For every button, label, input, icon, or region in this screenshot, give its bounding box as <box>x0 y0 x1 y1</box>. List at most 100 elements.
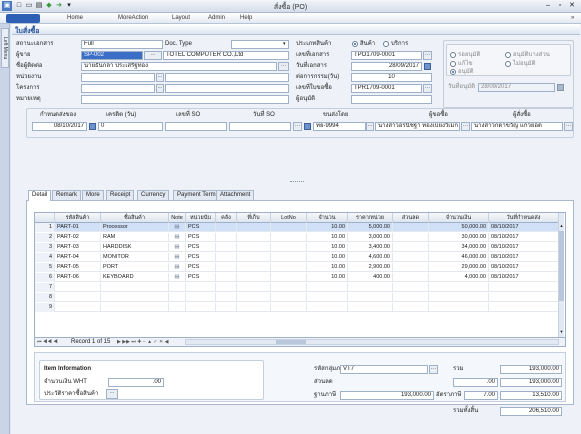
cell-code[interactable]: PART-01 <box>55 223 101 232</box>
grid-header-code[interactable]: รหัสสินค้า <box>55 213 101 223</box>
cell-unit[interactable]: PCS <box>186 263 216 272</box>
grid-header-warehouse[interactable]: คลัง <box>216 213 237 223</box>
cell-wh[interactable] <box>216 273 237 282</box>
doctype-field[interactable] <box>231 40 289 49</box>
nav-next-last-icons[interactable]: ▶ ▶▶ ⏭ ✚ − ▲ ✓ ✕ ◀ <box>117 338 168 347</box>
table-row[interactable]: 6 PART-06 KEYBOARD ▤ PCS 10.00 400.00 4,000.00 0… <box>35 273 559 282</box>
cell-wh[interactable] <box>216 223 237 232</box>
partial-approve-radio[interactable] <box>505 52 511 58</box>
menu-moreaction[interactable]: MoreAction <box>118 14 148 23</box>
approve-date-calendar-icon[interactable] <box>557 84 564 91</box>
cell-lot[interactable] <box>271 303 307 312</box>
cell-wh[interactable] <box>216 293 237 302</box>
grid-vertical-scrollbar[interactable]: ▲ ▼ <box>558 213 564 337</box>
cell-qty[interactable] <box>307 303 348 312</box>
cell-qty[interactable]: 10.00 <box>307 243 348 252</box>
menu-admin[interactable]: Admin <box>208 14 225 23</box>
dept-lookup-button[interactable]: ··· <box>156 73 164 82</box>
cell-name[interactable]: KEYBOARD <box>101 273 169 282</box>
cell-price[interactable]: 3,400.00 <box>348 243 393 252</box>
cell-code[interactable] <box>55 303 101 312</box>
menu-layout[interactable]: Layout <box>172 14 190 23</box>
grand-total-field[interactable]: 206,510.00 <box>500 407 562 416</box>
cell-qty[interactable]: 10.00 <box>307 263 348 272</box>
cell-disc[interactable] <box>393 283 429 292</box>
docdate-field[interactable]: 28/09/2017 <box>351 62 422 71</box>
buyer-field[interactable]: นางสาวกดาขวัญ แก้วยอด <box>471 122 563 131</box>
cell-note[interactable] <box>169 293 186 302</box>
discount-pct-field[interactable]: .00 <box>453 378 498 387</box>
cell-code[interactable]: PART-02 <box>55 233 101 242</box>
row-number[interactable]: 8 <box>35 293 55 302</box>
cell-qty[interactable]: 10.00 <box>307 273 348 282</box>
cell-qty[interactable]: 10.00 <box>307 253 348 262</box>
hscroll-thumb[interactable] <box>276 340 306 344</box>
cell-disc[interactable] <box>393 293 429 302</box>
cell-price[interactable]: 5,000.00 <box>348 223 393 232</box>
so-date-calendar-icon[interactable] <box>304 123 311 130</box>
cell-date[interactable]: 08/10/2017 <box>489 273 559 282</box>
cell-loc[interactable] <box>237 263 271 272</box>
cell-amount[interactable]: 34,000.00 <box>429 243 489 252</box>
cell-loc[interactable] <box>237 243 271 252</box>
approver-field[interactable] <box>351 95 432 104</box>
tab-detail[interactable]: Detail <box>28 190 52 201</box>
taxbase-field[interactable]: 193,000.00 <box>340 391 434 400</box>
row-number[interactable]: 9 <box>35 303 55 312</box>
cell-lot[interactable] <box>271 283 307 292</box>
doctype-dropdown-icon[interactable]: ▾ <box>283 41 286 47</box>
menu-home[interactable]: Home <box>67 14 83 23</box>
cell-code[interactable]: PART-04 <box>55 253 101 262</box>
due-date-field[interactable]: 08/10/2017 <box>32 122 87 131</box>
cell-price[interactable]: 3,000.00 <box>348 233 393 242</box>
row-number[interactable]: 5 <box>35 263 55 272</box>
cell-loc[interactable] <box>237 253 271 262</box>
cell-lot[interactable] <box>271 223 307 232</box>
total-field[interactable]: 193,000.00 <box>500 365 562 374</box>
note-field[interactable] <box>81 95 289 104</box>
cell-wh[interactable] <box>216 283 237 292</box>
note-icon[interactable]: ▤ <box>169 273 186 282</box>
cell-amount[interactable] <box>429 303 489 312</box>
project-code-field[interactable] <box>81 84 155 93</box>
cell-amount[interactable]: 29,000.00 <box>429 263 489 272</box>
project-name-field[interactable] <box>165 84 289 93</box>
note-icon[interactable]: ▤ <box>169 233 186 242</box>
cell-wh[interactable] <box>216 233 237 242</box>
grid-horizontal-scrollbar[interactable] <box>185 339 559 345</box>
cell-date[interactable]: 08/10/2017 <box>489 253 559 262</box>
table-row[interactable]: 2 PART-02 RAM ▤ PCS 10.00 3,000.00 30,000.00 08/… <box>35 233 559 242</box>
due-date-calendar-icon[interactable] <box>89 123 96 130</box>
cell-amount[interactable] <box>429 283 489 292</box>
cell-date[interactable]: 08/10/2017 <box>489 223 559 232</box>
grid-header-name[interactable]: ชื่อสินค้า <box>101 213 169 223</box>
grid-header-amount[interactable]: จำนวนเงิน <box>429 213 489 223</box>
table-row[interactable]: 4 PART-04 MONITOR ▤ PCS 10.00 4,600.00 46,000.0… <box>35 253 559 262</box>
vendor-code-field[interactable]: SP-002 <box>81 51 143 60</box>
cell-disc[interactable] <box>393 253 429 262</box>
nav-first-prev-icons[interactable]: ⏮ ◀◀ ◀ <box>37 338 58 347</box>
cell-date[interactable]: 08/10/2017 <box>489 233 559 242</box>
docno-lookup-button[interactable]: ··· <box>423 51 432 60</box>
cell-price[interactable]: 4,600.00 <box>348 253 393 262</box>
cell-code[interactable] <box>55 283 101 292</box>
tab-more[interactable]: More <box>82 190 104 200</box>
vat-field[interactable]: 13,510.00 <box>500 391 562 400</box>
reject-radio[interactable] <box>505 61 511 67</box>
grid-header-qty[interactable]: จำนวน <box>307 213 348 223</box>
so-lookup-button[interactable]: ··· <box>293 122 302 131</box>
cell-qty[interactable]: 10.00 <box>307 233 348 242</box>
cell-lot[interactable] <box>271 243 307 252</box>
close-icon[interactable]: ✕ <box>567 1 577 11</box>
table-row[interactable]: 7 <box>35 283 559 292</box>
cell-date[interactable] <box>489 293 559 302</box>
grid-header-due[interactable]: วันที่กำหนดส่ง <box>489 213 559 223</box>
cell-disc[interactable] <box>393 303 429 312</box>
tab-attachment[interactable]: Attachment <box>216 190 255 200</box>
scroll-down-icon[interactable]: ▼ <box>559 329 564 334</box>
tab-receipt[interactable]: Receipt <box>106 190 135 200</box>
note-icon[interactable]: ▤ <box>169 223 186 232</box>
contact-lookup-button[interactable]: ··· <box>278 62 289 71</box>
cell-loc[interactable] <box>237 283 271 292</box>
note-icon[interactable]: ▤ <box>169 263 186 272</box>
